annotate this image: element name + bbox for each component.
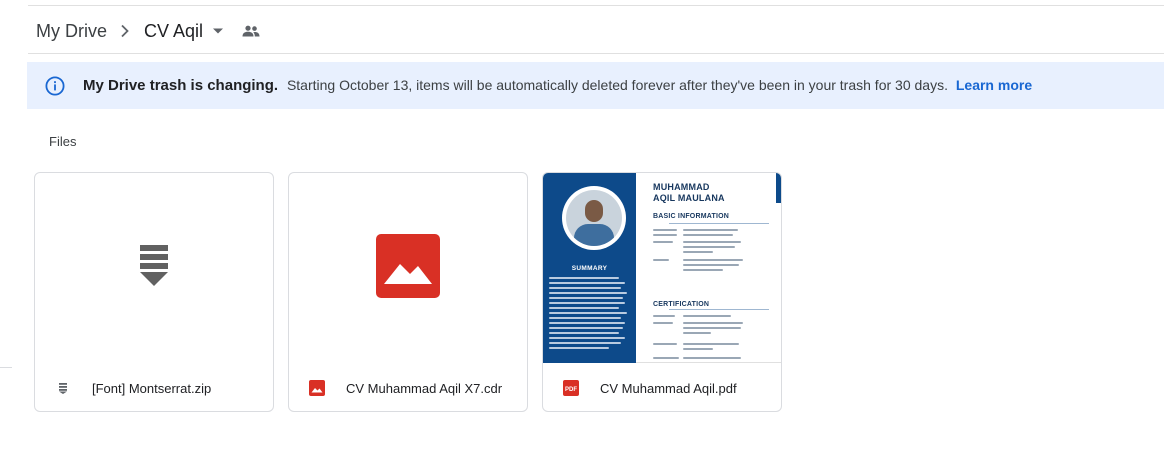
image-icon [376, 233, 440, 303]
pdf-icon: PDF [563, 380, 579, 396]
file-preview [289, 173, 527, 363]
breadcrumb: My Drive CV Aqil [36, 14, 260, 48]
chevron-right-icon [120, 24, 130, 38]
file-card-footer: [Font] Montserrat.zip [35, 363, 273, 411]
banner-body: Starting October 13, items will be autom… [286, 77, 948, 93]
pdf-summary-title: SUMMARY [571, 265, 608, 272]
top-divider [28, 5, 1164, 6]
file-card-cv-cdr[interactable]: CV Muhammad Aqil X7.cdr [288, 172, 528, 412]
trash-change-banner: My Drive trash is changing. Starting Oct… [27, 62, 1164, 109]
file-name: [Font] Montserrat.zip [92, 380, 212, 396]
file-card-cv-pdf[interactable]: SUMMARY MUHAMMAD AQIL MAULANA BASIC INFO… [542, 172, 782, 412]
svg-text:PDF: PDF [565, 387, 577, 393]
file-card-footer: PDF CV Muhammad Aqil.pdf [543, 363, 781, 411]
banner-message: My Drive trash is changing. Starting Oct… [83, 77, 1032, 94]
files-section-label: Files [49, 134, 77, 149]
pdf-name-heading: MUHAMMAD AQIL MAULANA [653, 182, 725, 203]
caret-down-icon[interactable] [212, 27, 224, 35]
shared-people-icon[interactable] [242, 25, 260, 37]
pdf-section-basic: BASIC INFORMATION [653, 213, 729, 220]
archive-icon [139, 244, 169, 292]
pdf-section-cert: CERTIFICATION [653, 301, 710, 308]
file-preview [35, 173, 273, 363]
file-card-footer: CV Muhammad Aqil X7.cdr [289, 363, 527, 411]
breadcrumb-current-folder[interactable]: CV Aqil [144, 21, 203, 42]
left-edge-divider [0, 367, 12, 368]
banner-title: My Drive trash is changing. [83, 77, 279, 94]
learn-more-link[interactable]: Learn more [956, 77, 1032, 93]
image-icon [309, 380, 325, 396]
header-divider [28, 53, 1164, 54]
file-name: CV Muhammad Aqil.pdf [600, 380, 737, 396]
archive-icon [55, 380, 71, 396]
info-icon [45, 75, 65, 96]
pdf-accent-strip [776, 173, 781, 203]
profile-photo [562, 186, 626, 250]
file-name: CV Muhammad Aqil X7.cdr [346, 380, 503, 396]
breadcrumb-my-drive[interactable]: My Drive [36, 21, 107, 42]
pdf-thumbnail: SUMMARY MUHAMMAD AQIL MAULANA BASIC INFO… [543, 173, 781, 363]
file-card-montserrat-zip[interactable]: [Font] Montserrat.zip [34, 172, 274, 412]
